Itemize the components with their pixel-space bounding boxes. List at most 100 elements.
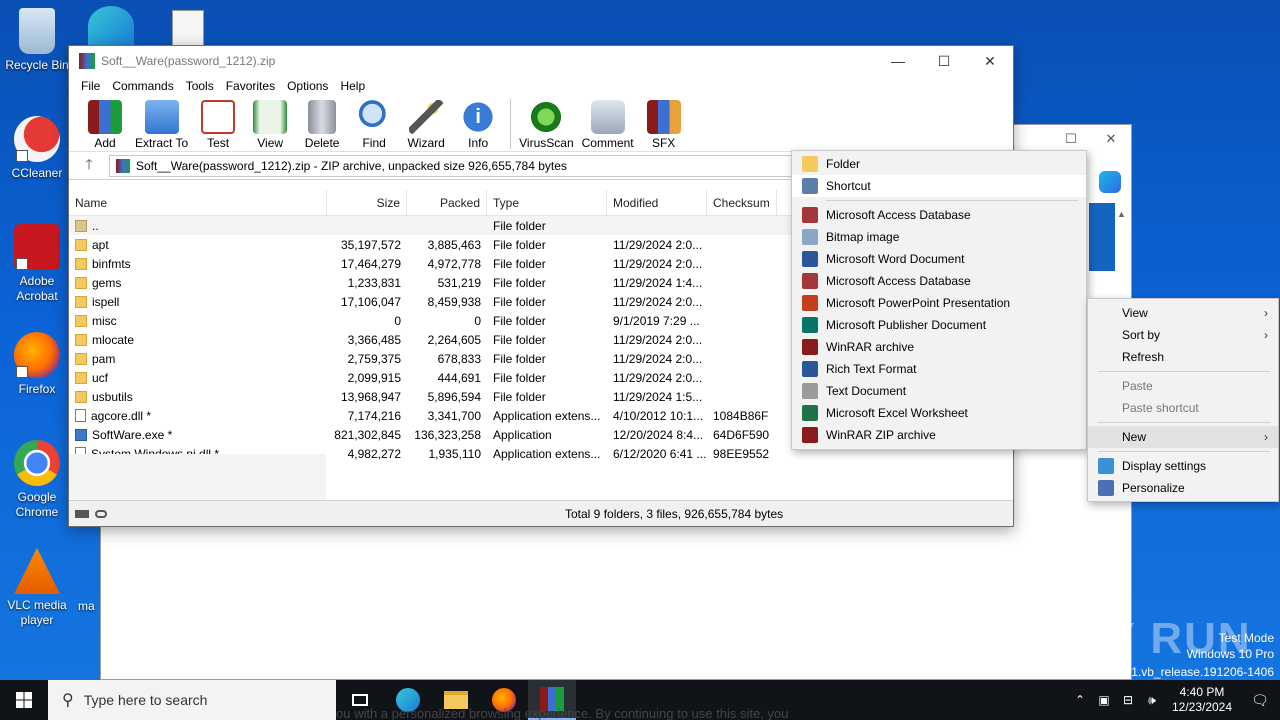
volume-icon[interactable]: 🕪 [1140,693,1164,708]
info-button[interactable]: i Info [456,96,500,150]
menu-item-label: Microsoft Access Database [826,274,971,288]
context-menu-item-personalize[interactable]: Personalize [1088,477,1278,499]
menu-tools[interactable]: Tools [180,79,220,93]
column-modified[interactable]: Modified [607,189,707,216]
context-menu-item-sort-by[interactable]: Sort by › [1088,324,1278,346]
column-name[interactable]: Name [69,189,327,216]
new-menu-item[interactable]: Microsoft Access Database [792,270,1086,292]
wizard-button[interactable]: Wizard [404,96,448,150]
menu-item-label: Microsoft Word Document [826,252,965,266]
extract-to-button[interactable]: Extract To [135,96,188,150]
chevron-up-icon[interactable]: ⌃ [1068,693,1092,707]
maximize-button[interactable]: ☐ [921,46,967,76]
ccleaner-icon [14,116,60,162]
notifications-icon[interactable]: 🗨 [1240,692,1280,709]
new-menu-item[interactable]: Microsoft Access Database [792,204,1086,226]
find-label: Find [362,136,386,150]
new-menu-item[interactable]: WinRAR ZIP archive [792,424,1086,446]
menu-item-label: Microsoft Excel Worksheet [826,406,968,420]
new-menu-item[interactable]: WinRAR archive [792,336,1086,358]
desktop-icon-edge-partial[interactable] [88,6,134,46]
menu-spacer [1098,327,1114,343]
virusscan-button[interactable]: VirusScan [519,96,574,150]
menu-item-label: WinRAR archive [826,340,915,354]
desktop-icon-image-partial[interactable] [172,10,204,46]
close-button[interactable]: ✕ [967,46,1013,76]
winrar-titlebar[interactable]: Soft__Ware(password_1212).zip — ☐ ✕ [69,46,1013,76]
key-icon[interactable] [95,509,107,518]
new-menu-item[interactable]: Rich Text Format [792,358,1086,380]
start-button[interactable] [0,680,48,720]
folder-icon [75,257,87,270]
cell-checksum: 1084B86F [713,408,769,423]
clock[interactable]: 4:40 PM 12/23/2024 [1164,685,1240,715]
network-icon[interactable]: ⊟ [1116,693,1140,707]
maximize-icon[interactable]: ☐ [1051,131,1091,147]
new-menu-item[interactable]: Microsoft Word Document [792,248,1086,270]
security-icon[interactable]: ▣ [1092,693,1116,707]
status-bar: Total 9 folders, 3 files, 926,655,784 by… [69,500,1013,526]
new-menu-item[interactable]: Text Document [792,380,1086,402]
word-icon [802,251,818,267]
delete-button[interactable]: Delete [300,96,344,150]
context-menu-item-refresh[interactable]: Refresh [1088,346,1278,368]
cell-name: apt [69,238,327,252]
column-checksum[interactable]: Checksum [707,189,777,216]
desktop-icon-ccleaner[interactable]: CCleaner [2,116,72,181]
access-icon [802,273,818,289]
new-menu-item[interactable]: Folder [792,153,1086,175]
context-menu-item-paste[interactable]: Paste [1088,375,1278,397]
cell-type: File folder [493,275,546,290]
cell-size: 4,982,272 [347,446,401,461]
chevron-right-icon: › [1264,430,1268,444]
new-menu-item[interactable]: Bitmap image [792,226,1086,248]
find-button[interactable]: Find [352,96,396,150]
menu-options[interactable]: Options [281,79,334,93]
menu-favorites[interactable]: Favorites [220,79,281,93]
desktop-icon-chrome[interactable]: Google Chrome [2,440,72,520]
new-menu-item[interactable]: Shortcut [792,175,1086,197]
parent-folder-icon [75,219,87,232]
winrar-app-icon [79,53,95,69]
background-text: ou with a personalized browsing experien… [336,707,789,720]
menu-item-label: Paste [1122,379,1153,393]
menu-item-label: Sort by [1122,328,1161,342]
desktop-icon-label: CCleaner [11,166,63,180]
new-menu-item[interactable]: Microsoft PowerPoint Presentation [792,292,1086,314]
minimize-button[interactable]: — [875,46,921,76]
context-menu-item-display-settings[interactable]: Display settings [1088,455,1278,477]
context-menu-item-view[interactable]: View › [1088,302,1278,324]
test-button[interactable]: Test [196,96,240,150]
copilot-icon[interactable] [1099,171,1121,193]
access-icon [802,207,818,223]
view-button[interactable]: View [248,96,292,150]
context-menu-item-new[interactable]: New › [1088,426,1278,448]
desktop-icon-acrobat[interactable]: Adobe Acrobat [2,224,72,304]
new-menu-item[interactable]: Microsoft Publisher Document [792,314,1086,336]
taskbar-search-box[interactable]: ⚲ Type here to search [48,680,336,720]
desktop-icon-vlc[interactable]: VLC media player [2,548,72,628]
cell-packed: 2,264,605 [427,332,481,347]
menu-commands[interactable]: Commands [106,79,179,93]
column-type[interactable]: Type [487,189,607,216]
menu-help[interactable]: Help [334,79,371,93]
comment-button[interactable]: Comment [582,96,634,150]
search-icon: ⚲ [62,692,74,709]
sfx-button[interactable]: SFX [642,96,686,150]
close-icon[interactable]: ✕ [1091,131,1131,147]
menu-file[interactable]: File [75,79,106,93]
up-arrow-icon[interactable]: 🡑 [69,154,109,178]
drive-icon[interactable] [75,509,89,518]
file-name: binfmts [92,256,131,271]
column-packed[interactable]: Packed [407,189,487,216]
cell-modified: 11/29/2024 2:0... [613,237,703,252]
menu-separator [1098,451,1270,452]
desktop-icon-recycle-bin[interactable]: Recycle Bin [2,8,72,73]
scroll-up-icon[interactable]: ▲ [1117,209,1126,219]
desktop-icon-firefox[interactable]: Firefox [2,332,72,397]
cell-packed: 8,459,938 [427,294,481,309]
add-button[interactable]: Add [83,96,127,150]
context-menu-item-paste-shortcut[interactable]: Paste shortcut [1088,397,1278,419]
column-size[interactable]: Size [327,189,407,216]
new-menu-item[interactable]: Microsoft Excel Worksheet [792,402,1086,424]
